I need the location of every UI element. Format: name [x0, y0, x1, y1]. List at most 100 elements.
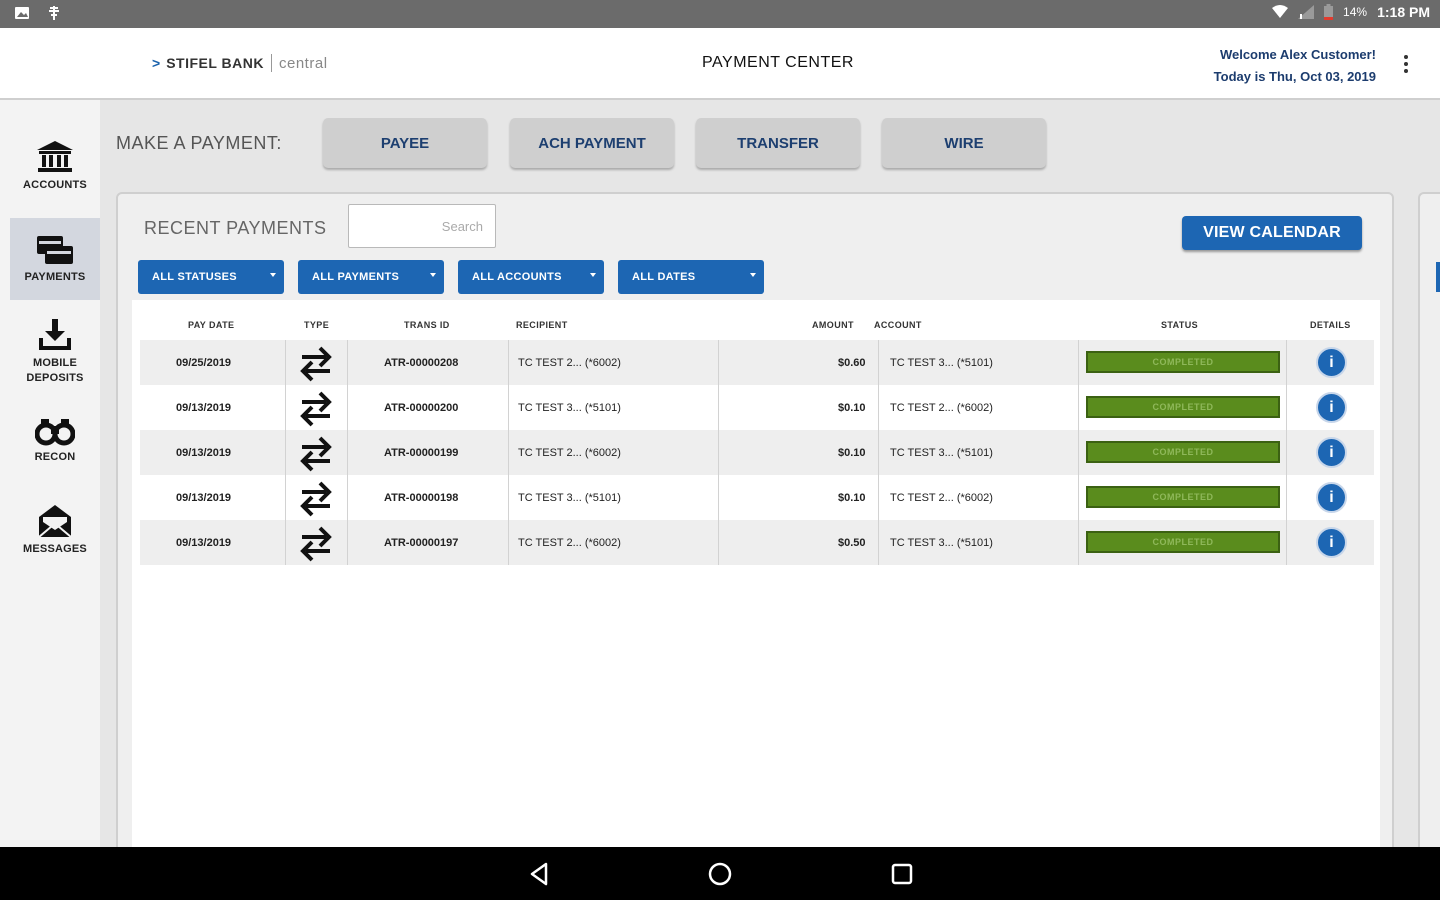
transfer-icon: [300, 346, 332, 382]
status-badge: COMPLETED: [1086, 351, 1280, 373]
details-info-button[interactable]: i: [1316, 437, 1347, 468]
column-divider: [718, 430, 719, 475]
wifi-icon: [1272, 5, 1289, 18]
column-divider: [508, 520, 509, 565]
col-details[interactable]: DETAILS: [1310, 320, 1351, 330]
table-header: PAY DATE TYPE TRANS ID RECIPIENT AMOUNT …: [140, 320, 1374, 338]
cell-account: TC TEST 3... (*5101): [890, 536, 993, 549]
sidebar-item-recon[interactable]: RECON: [10, 416, 100, 472]
col-status[interactable]: STATUS: [1161, 320, 1198, 330]
status-badge: COMPLETED: [1086, 441, 1280, 463]
cell-trans-id: ATR-00000208: [384, 356, 459, 369]
column-divider: [718, 340, 719, 385]
col-recipient[interactable]: RECIPIENT: [516, 320, 568, 330]
column-divider: [1078, 385, 1079, 430]
binoculars-icon: [35, 419, 75, 446]
cell-recipient: TC TEST 3... (*5101): [518, 401, 621, 414]
today-date: Today is Thu, Oct 03, 2019: [1213, 69, 1376, 84]
search-input[interactable]: [348, 204, 496, 248]
column-divider: [878, 340, 879, 385]
caret-down-icon: [590, 273, 596, 277]
deposit-icon: [39, 319, 71, 350]
column-divider: [347, 385, 348, 430]
col-trans-id[interactable]: TRANS ID: [404, 320, 450, 330]
cell-recipient: TC TEST 2... (*6002): [518, 536, 621, 549]
details-info-button[interactable]: i: [1316, 392, 1347, 423]
filter-payments-dropdown[interactable]: ALL PAYMENTS: [298, 260, 444, 294]
col-pay-date[interactable]: PAY DATE: [188, 320, 234, 330]
filter-dates-dropdown[interactable]: ALL DATES: [618, 260, 764, 294]
secondary-panel-edge[interactable]: [1418, 192, 1440, 872]
cell-recipient: TC TEST 2... (*6002): [518, 356, 621, 369]
signal-icon: [1298, 5, 1315, 19]
cell-pay-date: 09/25/2019: [176, 356, 232, 369]
column-divider: [878, 430, 879, 475]
column-divider: [1286, 385, 1287, 430]
cell-trans-id: ATR-00000198: [384, 491, 459, 504]
main-content: MAKE A PAYMENT: PAYEE ACH PAYMENT TRANSF…: [100, 100, 1440, 872]
details-info-button[interactable]: i: [1316, 527, 1347, 558]
column-divider: [718, 475, 719, 520]
usb-debug-icon: [49, 6, 59, 20]
payee-button[interactable]: PAYEE: [323, 118, 487, 168]
back-icon[interactable]: [526, 861, 552, 887]
sidebar-item-label: RECON: [34, 451, 76, 463]
col-type[interactable]: TYPE: [304, 320, 329, 330]
ach-payment-button[interactable]: ACH PAYMENT: [510, 118, 674, 168]
system-status-bar: 14% 1:18 PM: [0, 0, 1440, 28]
sidebar-item-accounts[interactable]: ACCOUNTS: [10, 140, 100, 202]
transfer-button[interactable]: TRANSFER: [696, 118, 860, 168]
view-calendar-button[interactable]: VIEW CALENDAR: [1182, 216, 1362, 250]
column-divider: [347, 520, 348, 565]
transfer-icon: [300, 391, 332, 427]
payments-table: PAY DATE TYPE TRANS ID RECIPIENT AMOUNT …: [132, 300, 1380, 860]
col-account[interactable]: ACCOUNT: [874, 320, 922, 330]
table-row[interactable]: 09/13/2019 ATR-00000198 TC TEST 3... (*510…: [140, 475, 1374, 520]
table-row[interactable]: 09/13/2019 ATR-00000197 TC TEST 2... (*600…: [140, 520, 1374, 565]
cell-amount: $0.50: [838, 536, 866, 549]
sidebar-item-mobile-deposits[interactable]: MOBILE DEPOSITS: [10, 318, 100, 388]
sidebar-item-label: ACCOUNTS: [23, 179, 87, 191]
overflow-menu-icon[interactable]: [1396, 52, 1416, 76]
system-navigation-bar: [0, 847, 1440, 900]
sidebar-nav: ACCOUNTS PAYMENTS MOBILE DEPOSITS RECON: [0, 100, 100, 847]
secondary-panel-tab[interactable]: [1436, 262, 1440, 292]
sidebar-item-payments[interactable]: PAYMENTS: [10, 218, 100, 300]
sidebar-item-messages[interactable]: MESSAGES: [10, 504, 100, 562]
table-row[interactable]: 09/25/2019 ATR-00000208 TC TEST 2... (*600…: [140, 340, 1374, 385]
welcome-message: Welcome Alex Customer!: [1219, 47, 1376, 62]
column-divider: [347, 430, 348, 475]
sidebar-item-label: MOBILE DEPOSITS: [26, 357, 84, 384]
sidebar-item-label: MESSAGES: [23, 543, 87, 555]
cell-pay-date: 09/13/2019: [176, 491, 232, 504]
column-divider: [285, 475, 286, 520]
column-divider: [508, 385, 509, 430]
payments-icon: [37, 236, 73, 264]
home-icon[interactable]: [707, 861, 733, 887]
column-divider: [1286, 340, 1287, 385]
wire-button[interactable]: WIRE: [882, 118, 1046, 168]
app-header: > STIFEL BANK central PAYMENT CENTER Wel…: [0, 28, 1440, 100]
column-divider: [285, 520, 286, 565]
details-info-button[interactable]: i: [1316, 347, 1347, 378]
cell-account: TC TEST 3... (*5101): [890, 356, 993, 369]
column-divider: [718, 520, 719, 565]
cell-recipient: TC TEST 2... (*6002): [518, 446, 621, 459]
filter-statuses-dropdown[interactable]: ALL STATUSES: [138, 260, 284, 294]
column-divider: [347, 475, 348, 520]
envelope-icon: [38, 505, 72, 538]
cell-amount: $0.10: [838, 401, 866, 414]
recent-payments-title: RECENT PAYMENTS: [144, 218, 327, 238]
column-divider: [285, 340, 286, 385]
table-row[interactable]: 09/13/2019 ATR-00000200 TC TEST 3... (*510…: [140, 385, 1374, 430]
column-divider: [878, 520, 879, 565]
col-amount[interactable]: AMOUNT: [812, 320, 854, 330]
recents-icon[interactable]: [889, 861, 915, 887]
sidebar-item-label: PAYMENTS: [24, 271, 86, 283]
filter-accounts-dropdown[interactable]: ALL ACCOUNTS: [458, 260, 604, 294]
table-row[interactable]: 09/13/2019 ATR-00000199 TC TEST 2... (*600…: [140, 430, 1374, 475]
cell-trans-id: ATR-00000197: [384, 536, 459, 549]
details-info-button[interactable]: i: [1316, 482, 1347, 513]
column-divider: [508, 430, 509, 475]
column-divider: [1286, 430, 1287, 475]
